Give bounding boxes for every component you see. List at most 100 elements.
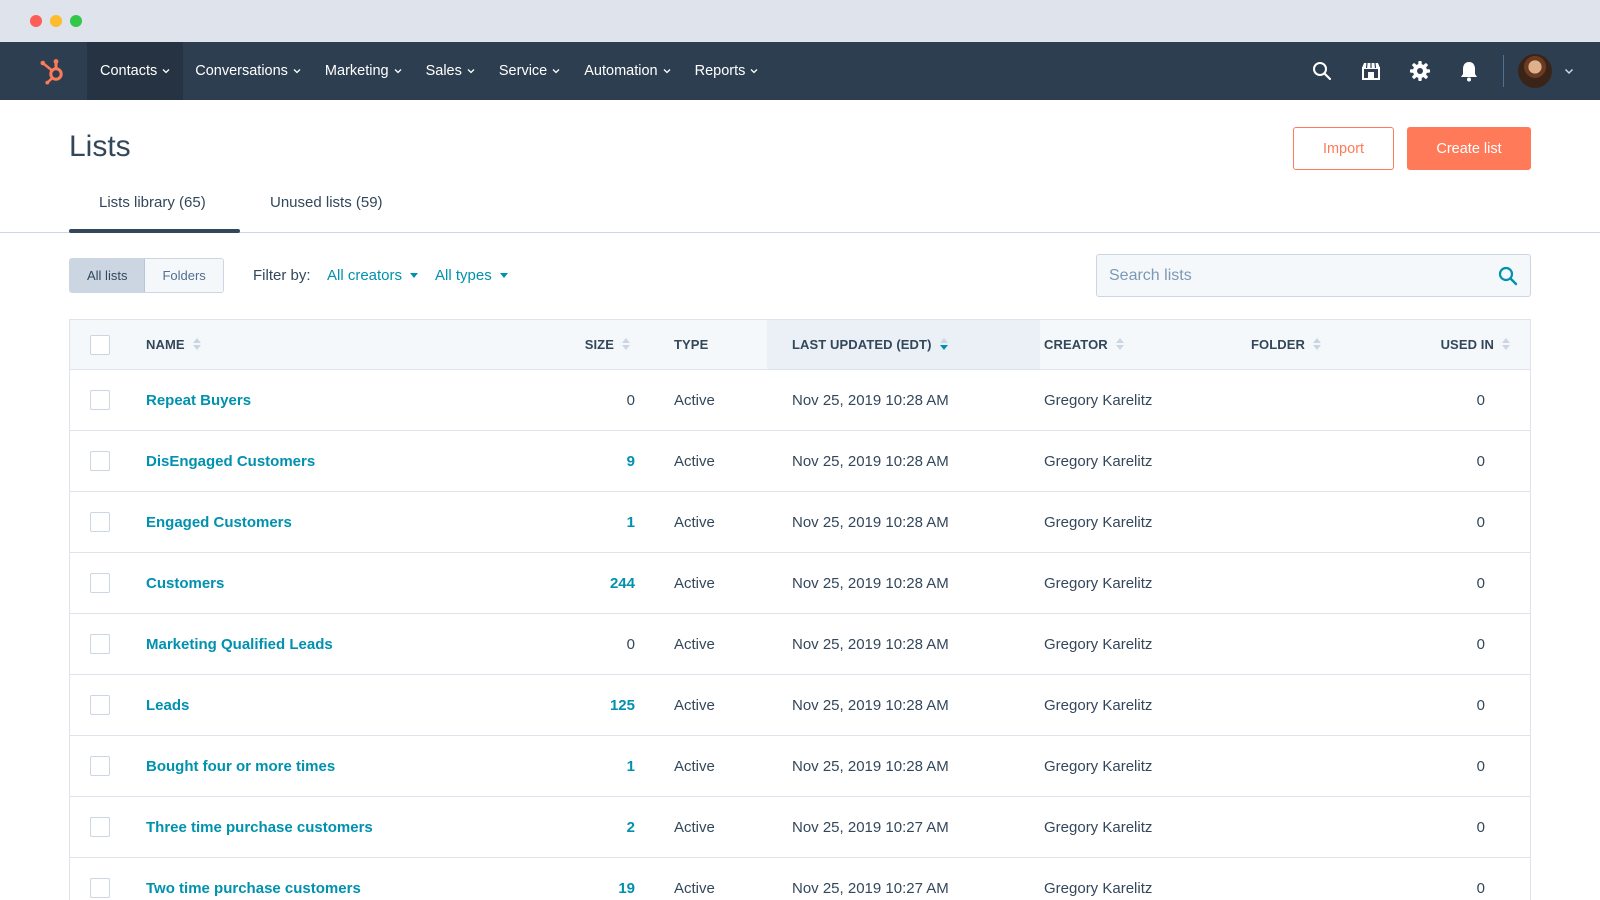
list-size[interactable]: 2 [540, 797, 635, 857]
table-row: DisEngaged Customers 9 Active Nov 25, 2019 … [70, 431, 1530, 492]
search-lists-input[interactable] [1097, 255, 1487, 296]
row-checkbox[interactable] [90, 634, 110, 654]
nav-item-conversations[interactable]: Conversations [183, 42, 313, 100]
nav-item-marketing[interactable]: Marketing [313, 42, 414, 100]
nav-item-service[interactable]: Service [487, 42, 572, 100]
list-type: Active [674, 391, 715, 409]
list-name-link[interactable]: Customers [146, 553, 526, 613]
user-avatar[interactable] [1518, 54, 1552, 88]
list-size[interactable]: 1 [540, 736, 635, 796]
column-header-last-updated[interactable]: LAST UPDATED (EDT) [767, 320, 1040, 369]
app-window: Contacts Conversations Marketing Sales Servi… [0, 0, 1600, 900]
minimize-window-button[interactable] [50, 15, 62, 27]
all-lists-toggle[interactable]: All lists [70, 259, 146, 292]
list-creator: Gregory Karelitz [1044, 513, 1153, 531]
list-last-updated: Nov 25, 2019 10:28 AM [792, 696, 949, 714]
column-header-creator[interactable]: CREATOR [1044, 320, 1244, 369]
list-creator: Gregory Karelitz [1044, 574, 1153, 592]
column-header-size[interactable]: SIZE [510, 320, 630, 369]
list-creator: Gregory Karelitz [1044, 696, 1153, 714]
nav-item-contacts[interactable]: Contacts [87, 42, 184, 100]
search-icon[interactable] [1498, 266, 1518, 286]
list-size[interactable]: 244 [540, 553, 635, 613]
list-folder [1251, 431, 1371, 491]
search-box [1096, 254, 1531, 297]
sort-icon [1115, 338, 1124, 351]
search-icon[interactable] [1297, 42, 1346, 100]
table-body: Repeat Buyers 0 Active Nov 25, 2019 10:28 A… [70, 370, 1530, 900]
list-folder [1251, 858, 1371, 900]
maximize-window-button[interactable] [70, 15, 82, 27]
tab-unused-lists[interactable]: Unused lists (59) [270, 194, 383, 211]
folders-toggle[interactable]: Folders [145, 259, 223, 292]
nav-item-reports[interactable]: Reports [683, 42, 771, 100]
list-size[interactable]: 9 [540, 431, 635, 491]
list-name-link[interactable]: Three time purchase customers [146, 797, 526, 857]
import-button[interactable]: Import [1293, 127, 1394, 170]
notifications-bell-icon[interactable] [1444, 42, 1493, 100]
table-header: NAME SIZE TYPE LAST UPDATED (EDT) CREATO… [70, 320, 1530, 370]
row-checkbox[interactable] [90, 756, 110, 776]
column-header-used-in[interactable]: USED IN [1380, 320, 1510, 369]
list-name-link[interactable]: DisEngaged Customers [146, 431, 526, 491]
list-name-link[interactable]: Two time purchase customers [146, 858, 526, 900]
column-header-label: NAME [146, 337, 185, 352]
list-size[interactable]: 1 [540, 492, 635, 552]
column-header-name[interactable]: NAME [146, 320, 526, 369]
list-creator: Gregory Karelitz [1044, 879, 1153, 897]
row-checkbox[interactable] [90, 390, 110, 410]
close-window-button[interactable] [30, 15, 42, 27]
list-creator: Gregory Karelitz [1044, 757, 1153, 775]
row-checkbox[interactable] [90, 878, 110, 898]
sort-icon [192, 338, 201, 351]
nav-item-sales[interactable]: Sales [414, 42, 487, 100]
list-last-updated: Nov 25, 2019 10:28 AM [792, 757, 949, 775]
create-list-button[interactable]: Create list [1407, 127, 1531, 170]
list-used-in: 0 [1476, 635, 1485, 653]
list-type: Active [674, 635, 715, 653]
tab-lists-library[interactable]: Lists library (65) [99, 194, 206, 211]
row-checkbox[interactable] [90, 695, 110, 715]
nav-divider [1503, 55, 1504, 87]
account-chevron-down-icon[interactable] [1564, 66, 1574, 76]
chevron-down-icon [394, 69, 402, 74]
filter-by-label: Filter by: [253, 267, 311, 284]
column-header-label: TYPE [674, 337, 709, 352]
list-size[interactable]: 125 [540, 675, 635, 735]
list-size: 0 [626, 391, 635, 409]
lists-table: NAME SIZE TYPE LAST UPDATED (EDT) CREATO… [69, 319, 1531, 900]
list-name-link[interactable]: Leads [146, 675, 526, 735]
select-all-checkbox[interactable] [90, 335, 110, 355]
creators-filter-value: All creators [327, 267, 403, 284]
list-last-updated: Nov 25, 2019 10:27 AM [792, 818, 949, 836]
list-type: Active [674, 452, 715, 470]
creators-filter-dropdown[interactable]: All creators [327, 267, 419, 284]
row-checkbox[interactable] [90, 512, 110, 532]
list-type: Active [674, 696, 715, 714]
row-checkbox[interactable] [90, 817, 110, 837]
marketplace-icon[interactable] [1346, 42, 1395, 100]
row-checkbox[interactable] [90, 573, 110, 593]
list-used-in: 0 [1476, 818, 1485, 836]
page-title: Lists [69, 130, 131, 163]
list-size[interactable]: 19 [540, 858, 635, 900]
table-row: Bought four or more times 1 Active Nov 25, … [70, 736, 1530, 797]
row-checkbox[interactable] [90, 451, 110, 471]
list-name-link[interactable]: Engaged Customers [146, 492, 526, 552]
hubspot-logo-icon[interactable] [26, 42, 78, 100]
list-name-link[interactable]: Marketing Qualified Leads [146, 614, 526, 674]
nav-item-automation[interactable]: Automation [572, 42, 682, 100]
list-folder [1251, 736, 1371, 796]
active-tab-indicator [69, 229, 240, 233]
lists-tabs: Lists library (65) Unused lists (59) [0, 180, 1600, 233]
types-filter-dropdown[interactable]: All types [435, 267, 508, 284]
settings-gear-icon[interactable] [1395, 42, 1444, 100]
column-header-folder[interactable]: FOLDER [1251, 320, 1371, 369]
nav-utilities [1297, 42, 1600, 100]
column-header-label: LAST UPDATED (EDT) [792, 337, 932, 352]
list-folder [1251, 675, 1371, 735]
list-name-link[interactable]: Bought four or more times [146, 736, 526, 796]
nav-item-label: Contacts [100, 63, 158, 79]
table-row: Marketing Qualified Leads 0 Active Nov 25, … [70, 614, 1530, 675]
list-name-link[interactable]: Repeat Buyers [146, 370, 526, 430]
